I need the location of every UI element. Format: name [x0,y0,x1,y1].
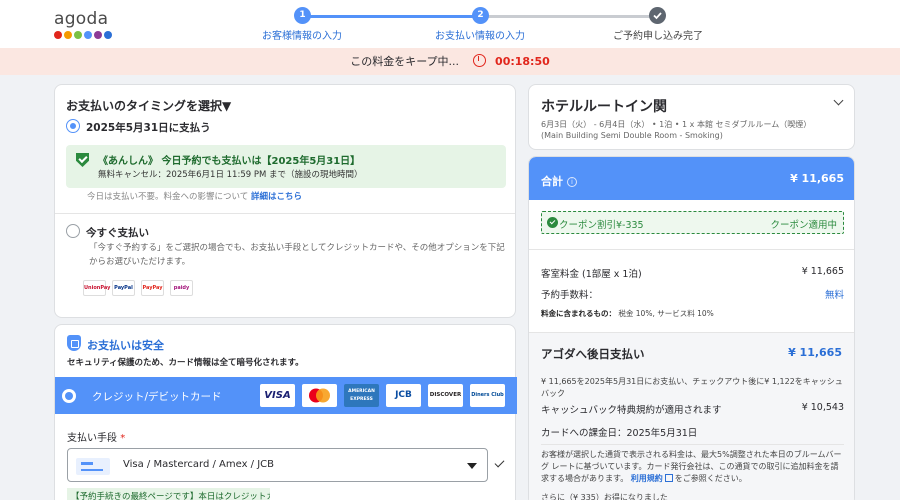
check-icon [494,457,505,468]
final-page-note: 【予約手続きの最終ページです】本日はクレジットカ [67,488,270,500]
booking-fee-label: 予約手数料： [541,290,599,301]
total-label-text: 合計 [541,175,563,188]
price-hold-text: この料金をキープ中... [350,55,460,68]
coupon-discount: クーポン割引¥-335 [559,220,644,231]
external-link-icon[interactable] [664,474,673,482]
payment-method-label-text: 支払い手段 [67,433,117,444]
room-name-english: (Main Building Semi Double Room - Smokin… [541,131,723,140]
room-rate-label: 客室料金 (1部屋 x 1泊) [541,269,642,280]
coupon-applied-box: クーポン割引¥-335 クーポン適用中 [541,211,844,234]
stay-details: 6月3日（火） - 6月4日（水） • 1泊 • 1 x 本館 セミダブルルーム… [541,119,811,141]
details-link[interactable]: 詳細はこちら [251,192,302,202]
unionpay-logo: UnionPay [83,280,110,296]
charge-date: カードへの課金日：2025年5月31日 [541,428,698,439]
divider [529,249,854,250]
countdown-timer: 00:18:50 [495,55,550,68]
stay-dates-room: 6月3日（火） - 6月4日（水） • 1泊 • 1 x 本館 セミダブルルーム… [541,120,812,129]
card-brand-logos: VISA AMERICAN EXPRESS JCB DISCOVER Diners… [260,384,505,407]
header: agoda 1 お客様情報の入力 2 お支払い情報の入力 ご予約申し込み完了 [0,0,900,48]
free-cancel-title: 《あんしん》 今日予約でも支払いは【2025年5月31日】 [98,156,361,167]
pay-now-label[interactable]: 今すぐ支払い [86,225,149,240]
shield-check-icon [76,153,89,167]
hotel-name: ホテルルートイン関 [541,99,667,115]
secure-payment-card: お支払いは安全 セキュリティ保護のため、カード情報は全て暗号化されます。 クレジ… [54,324,517,500]
room-rate-row: 客室料金 (1部屋 x 1泊) ¥ 11,665 [541,266,844,280]
room-rate-value: ¥ 11,665 [801,266,844,277]
cashback-description: ¥ 11,665を2025年5月31日にお支払い、チェックアウト後に¥ 1,12… [541,377,843,398]
pay-later-title: アゴダへ後日支払い [541,347,645,361]
pay-now-description: 「今すぐ予約する」をご選択の場合でも、お支払い手段としてクレジットカードや、その… [89,243,505,267]
cashback-row: キャッシュバック特典規約が適用されます ¥ 10,543 [541,402,844,416]
step-line-done [302,15,480,18]
payment-timing-title[interactable]: お支払いのタイミングを選択▼ [66,97,231,114]
step-2-circle: 2 [472,7,489,24]
jcb-logo: JCB [386,384,421,407]
progress-steps: 1 お客様情報の入力 2 お支払い情報の入力 ご予約申し込み完了 [0,0,900,48]
included-value: 税金 10%, サービス料 10% [618,309,714,318]
paidy-logo: paidy [170,280,193,296]
credit-card-label: クレジット/デビットカード [92,391,222,403]
payment-method-label: 支払い手段 * [67,429,125,444]
cashback-terms-label: キャッシュバック特典規約が適用されます [541,405,722,416]
credit-card-icon [76,458,110,475]
credit-card-option[interactable]: クレジット/デビットカード VISA AMERICAN EXPRESS JCB D… [55,377,517,414]
booking-fee-row: 予約手数料： 無料 [541,287,844,301]
step-2-label: お支払い情報の入力 [435,31,525,42]
diners-club-logo: Diners Club [470,384,505,407]
price-hold-bar: この料金をキープ中... 00:18:50 [0,48,900,75]
divider [541,444,844,445]
payment-method-value: Visa / Mastercard / Amex / JCB [123,459,275,470]
total-value: ¥ 11,665 [790,172,844,185]
secure-title: お支払いは安全 [87,339,164,352]
step-1-circle: 1 [294,7,311,24]
pay-now-radio[interactable] [66,224,80,238]
included-row: 料金に含まれるもの： 税金 10%, サービス料 10% [541,308,714,319]
clock-icon [472,54,486,67]
hotel-summary-card[interactable]: ホテルルートイン関 6月3日（火） - 6月4日（水） • 1泊 • 1 x 本… [528,84,855,150]
coupon-status: クーポン適用中 [770,220,837,231]
check-circle-icon [547,217,558,228]
payment-method-select[interactable]: Visa / Mastercard / Amex / JCB [67,448,488,482]
required-mark: * [120,433,126,444]
pay-later-amount: ¥ 11,665 [788,346,842,359]
cashback-value: ¥ 10,543 [801,402,844,413]
booking-fee-value: 無料 [824,290,844,301]
amex-logo: AMERICAN EXPRESS [344,384,379,407]
paypal-logo: PayPal [112,280,135,296]
lock-shield-icon [67,335,81,351]
credit-card-radio[interactable] [62,389,76,403]
free-cancel-deadline: 無料キャンセル：2025年6月1日 11:59 PM まで（施設の現地時間） [98,170,363,180]
info-icon[interactable]: i [567,177,577,187]
step-1-label: お客様情報の入力 [262,31,342,42]
secure-subtitle: セキュリティ保護のため、カード情報は全て暗号化されます。 [67,358,304,368]
terms-after-text: をご参照ください。 [674,474,747,483]
check-icon [649,7,666,24]
pay-later-label[interactable]: 2025年5月31日に支払う [86,120,211,135]
discover-logo: DISCOVER [428,384,463,407]
step-line-pending [480,15,658,18]
payment-logos: UnionPay PayPal PayPay paidy [83,280,193,296]
pay-later-radio[interactable] [66,119,80,133]
step-3-label: ご予約申し込み完了 [613,31,703,42]
chevron-down-icon[interactable] [833,95,844,106]
price-breakdown-card: 合計 i ¥ 11,665 クーポン割引¥-335 クーポン適用中 客室料金 (1… [528,156,855,500]
divider [55,213,515,214]
pay-later-note-text: 今日は支払い不要。料金への影響について [87,192,249,202]
free-cancel-box: 《あんしん》 今日予約でも支払いは【2025年5月31日】 無料キャンセル：20… [66,145,506,188]
terms-link[interactable]: 利用規約 [631,474,663,483]
pay-later-note: 今日は支払い不要。料金への影響について 詳細はこちら [87,190,302,202]
caret-down-icon[interactable] [467,463,477,469]
divider [529,332,854,333]
included-label: 料金に含まれるもの： [541,309,616,318]
total-bar: 合計 i ¥ 11,665 [529,157,854,200]
total-label: 合計 i [541,173,577,189]
mastercard-logo [302,384,337,407]
currency-fine-print: お客様が選択した通貨で表示される料金は、最大5%調整された本日のブルームバーグ … [541,449,844,485]
paypay-logo: PayPay [141,280,164,296]
payment-timing-card: お支払いのタイミングを選択▼ 2025年5月31日に支払う 《あんしん》 今日予… [54,84,516,318]
extra-savings: さらに（¥ 335）お得になりました [541,493,668,500]
visa-logo: VISA [260,384,295,407]
